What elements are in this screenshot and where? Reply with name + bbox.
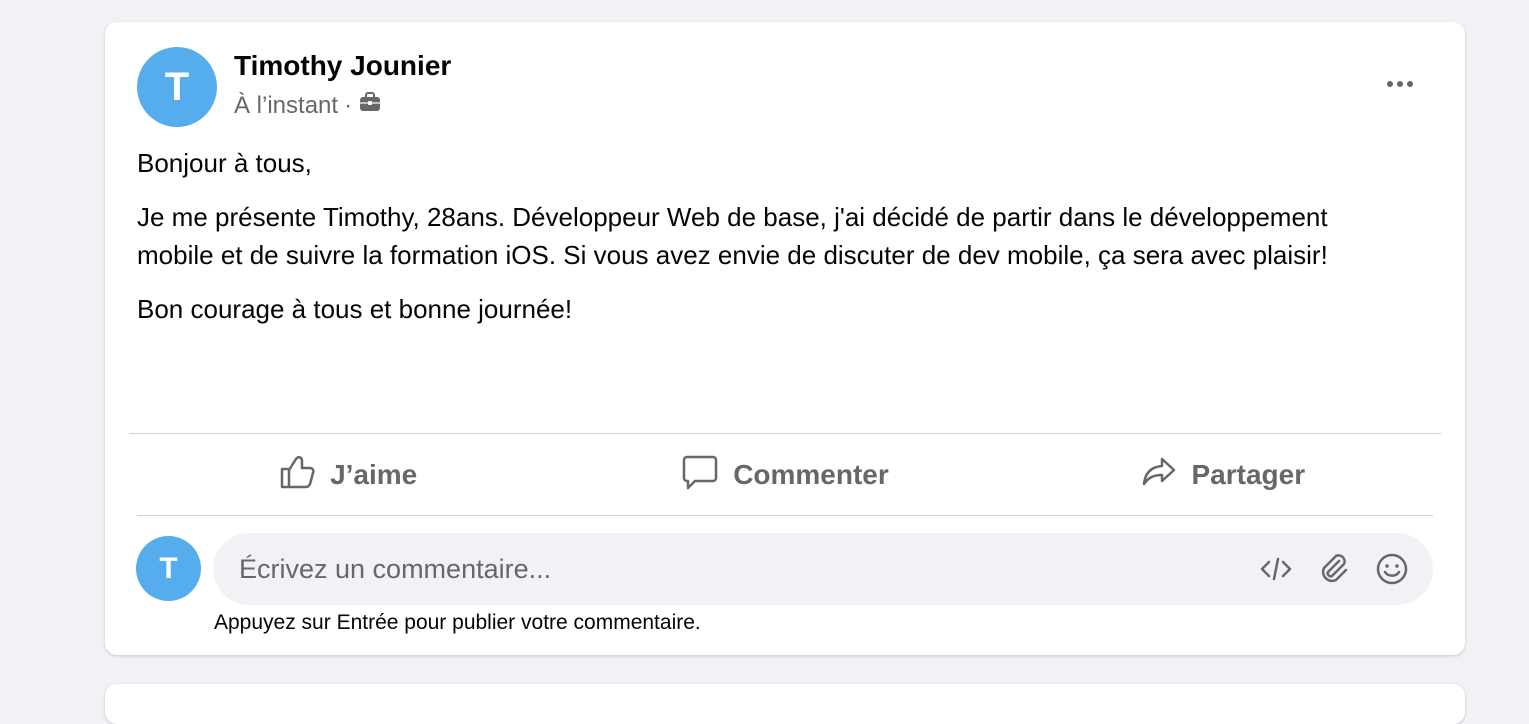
briefcase-icon xyxy=(358,91,382,120)
post-timestamp[interactable]: À l’instant xyxy=(234,92,338,120)
post-card: T Timothy Jounier À l’instant · Bonjour … xyxy=(105,22,1465,655)
comment-label: Commenter xyxy=(733,459,889,490)
post-paragraph: Bonjour à tous, xyxy=(137,148,312,178)
post-actions: J’aime Commenter Partager xyxy=(129,442,1441,508)
share-label: Partager xyxy=(1191,459,1306,490)
comment-input[interactable] xyxy=(237,552,1259,586)
comment-tools xyxy=(1259,552,1409,586)
post-body: Bonjour à tous, Je me présente Timothy, … xyxy=(137,144,1397,344)
post-meta: À l’instant · xyxy=(234,91,382,120)
more-horizontal-icon-dot xyxy=(1407,81,1413,87)
actions-divider-top xyxy=(129,433,1441,434)
code-icon[interactable] xyxy=(1259,552,1293,586)
comment-composer xyxy=(213,533,1433,605)
commenter-avatar-letter: T xyxy=(159,551,178,585)
like-label: J’aime xyxy=(330,459,418,490)
thumbs-up-icon xyxy=(278,453,316,498)
share-arrow-icon xyxy=(1140,453,1178,498)
comment-hint: Appuyez sur Entrée pour publier votre co… xyxy=(214,611,701,634)
commenter-avatar[interactable]: T xyxy=(136,536,201,601)
more-horizontal-icon-dot xyxy=(1397,81,1403,87)
paperclip-icon[interactable] xyxy=(1317,552,1351,586)
author-name[interactable]: Timothy Jounier xyxy=(234,50,451,82)
author-avatar-letter: T xyxy=(164,64,190,109)
share-button[interactable]: Partager xyxy=(1004,442,1441,508)
like-button[interactable]: J’aime xyxy=(129,442,566,508)
author-avatar[interactable]: T xyxy=(137,47,217,127)
speech-bubble-icon xyxy=(681,453,719,498)
next-post-card xyxy=(105,684,1465,724)
post-paragraph: Bon courage à tous et bonne journée! xyxy=(137,294,573,324)
meta-separator: · xyxy=(344,91,353,119)
more-options-button[interactable] xyxy=(1375,64,1425,104)
comment-button[interactable]: Commenter xyxy=(566,442,1003,508)
post-paragraph: Je me présente Timothy, 28ans. Développe… xyxy=(137,202,1328,270)
more-horizontal-icon-dot xyxy=(1387,81,1393,87)
smiley-icon[interactable] xyxy=(1375,552,1409,586)
actions-divider-bottom xyxy=(137,515,1433,516)
